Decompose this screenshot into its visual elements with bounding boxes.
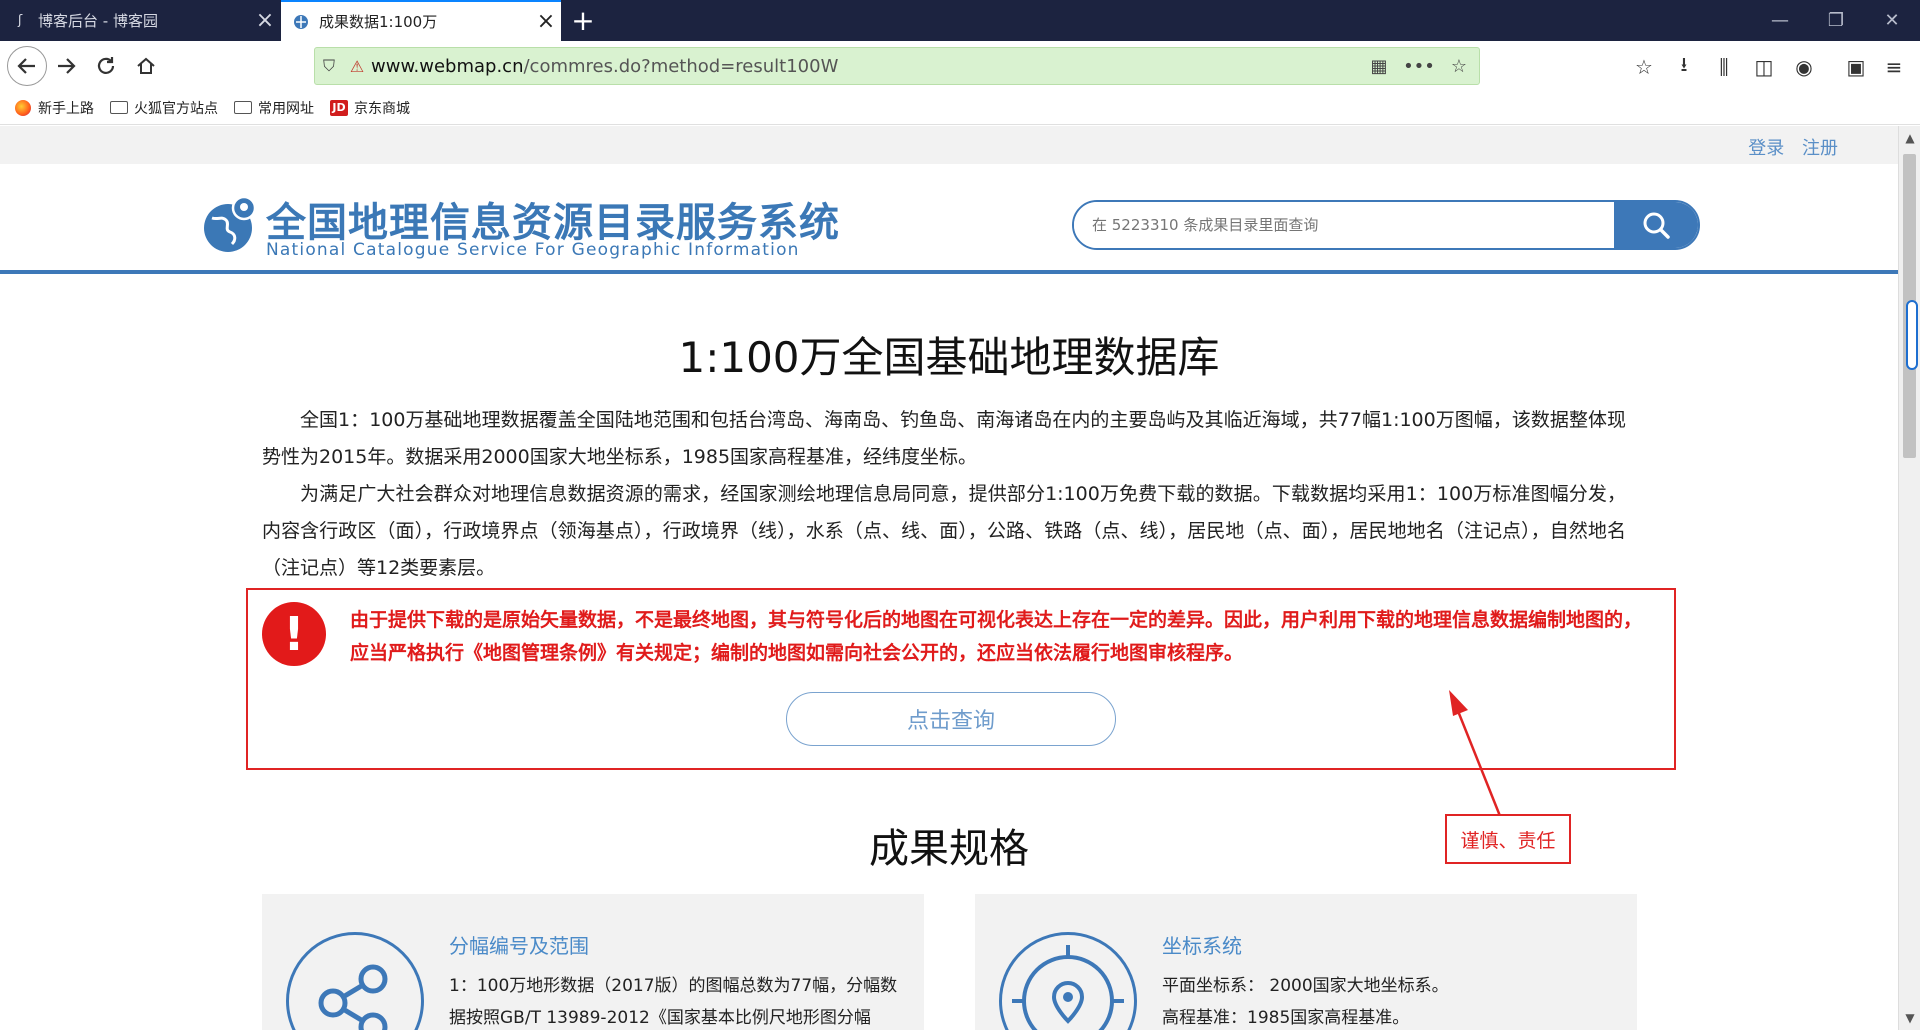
reload-icon[interactable] xyxy=(88,48,124,84)
tab-blog-admin[interactable]: ʃ 博客后台 - 博客园 × xyxy=(0,0,280,41)
card-title[interactable]: 分幅编号及范围 xyxy=(449,930,589,959)
back-arrow-icon[interactable] xyxy=(7,46,47,86)
tab-title: 成果数据1:100万 xyxy=(319,13,438,31)
bookmark-common-sites[interactable]: 常用网址 xyxy=(234,98,314,118)
section-title: 成果规格 xyxy=(869,826,1029,872)
scroll-up-icon[interactable]: ▲ xyxy=(1899,128,1920,148)
site-header: 全国地理信息资源目录服务系统 National Catalogue Servic… xyxy=(0,164,1898,274)
webmap-favicon-icon xyxy=(293,14,309,30)
login-link[interactable]: 登录 xyxy=(1748,138,1784,159)
folder-icon xyxy=(234,100,252,116)
reading-list-icon[interactable]: ☆ xyxy=(1630,53,1658,81)
url-text[interactable]: www.webmap.cn/commres.do?method=result10… xyxy=(371,56,1359,77)
folder-icon xyxy=(110,100,128,116)
bookmark-star-icon[interactable]: ☆ xyxy=(1439,56,1479,77)
page-actions-icon[interactable]: ••• xyxy=(1399,56,1439,77)
globe-logo-icon[interactable] xyxy=(200,194,260,254)
address-bar[interactable]: ⛉ ⚠ www.webmap.cn/commres.do?method=resu… xyxy=(314,47,1480,85)
card-text: 平面坐标系： 2000国家大地坐标系。 高程基准：1985国家高程基准。 xyxy=(1162,970,1612,1030)
sidebar-icon[interactable]: ◫ xyxy=(1750,53,1778,81)
account-icon[interactable]: ◉ xyxy=(1790,53,1818,81)
close-tab-icon[interactable]: × xyxy=(250,9,280,31)
query-button[interactable]: 点击查询 xyxy=(786,692,1116,746)
page-title: 1:100万全国基础地理数据库 xyxy=(678,333,1220,382)
plane-coordinate-line: 平面坐标系： 2000国家大地坐标系。 xyxy=(1162,976,1449,996)
search-input[interactable] xyxy=(1074,202,1614,248)
restore-window-icon[interactable]: ❐ xyxy=(1808,0,1864,41)
jd-icon: JD xyxy=(330,99,348,116)
minimize-window-icon[interactable]: — xyxy=(1752,0,1808,41)
catalog-search xyxy=(1072,200,1700,250)
location-target-icon xyxy=(999,932,1137,1030)
warning-text: 由于提供下载的是原始矢量数据，不是最终地图，其与符号化后的地图在可视化表达上存在… xyxy=(350,609,1643,664)
extensions-icon[interactable]: ▣ xyxy=(1842,53,1870,81)
navigation-toolbar: ⛉ ⚠ www.webmap.cn/commres.do?method=resu… xyxy=(0,41,1920,91)
close-window-icon[interactable]: ✕ xyxy=(1864,0,1920,41)
close-tab-icon[interactable]: × xyxy=(531,10,561,32)
elevation-datum-line: 高程基准：1985国家高程基准。 xyxy=(1162,1008,1410,1028)
bookmark-label: 常用网址 xyxy=(258,100,314,117)
drag-handle-icon[interactable] xyxy=(1906,300,1918,370)
page-viewport: 登录 注册 全国地理信息资源目录服务系统 National Catalogue … xyxy=(0,126,1898,1030)
bookmark-label: 京东商城 xyxy=(354,100,410,117)
intro-paragraph-1: 全国1：100万基础地理数据覆盖全国陆地范围和包括台湾岛、海南岛、钓鱼岛、南海诸… xyxy=(262,409,1626,468)
search-button[interactable] xyxy=(1614,202,1698,248)
share-icon xyxy=(286,932,424,1030)
bookmark-label: 火狐官方站点 xyxy=(134,100,218,117)
vertical-scrollbar[interactable]: ▲ ▼ xyxy=(1898,126,1920,1030)
top-strip: 登录 注册 xyxy=(0,126,1898,164)
tab-title: 博客后台 - 博客园 xyxy=(38,12,158,30)
menu-hamburger-icon[interactable]: ≡ xyxy=(1880,53,1908,81)
auth-links: 登录 注册 xyxy=(1736,134,1838,160)
card-title[interactable]: 坐标系统 xyxy=(1162,930,1242,959)
home-icon[interactable] xyxy=(128,48,164,84)
tab-strip: ʃ 博客后台 - 博客园 × 成果数据1:100万 × + — ❐ ✕ xyxy=(0,0,1920,41)
card-text: 1：100万地形数据（2017版）的图幅总数为77幅，分幅数据按照GB/T 13… xyxy=(449,976,898,1028)
shield-icon[interactable]: ⛉ xyxy=(315,56,343,76)
annotation-arrow-icon xyxy=(1449,690,1502,817)
scroll-down-icon[interactable]: ▼ xyxy=(1899,1008,1920,1028)
intro-paragraph-2: 为满足广大社会群众对地理信息数据资源的需求，经国家测绘地理信息局同意，提供部分1… xyxy=(262,483,1626,579)
bookmarks-bar: 新手上路 火狐官方站点 常用网址 JD 京东商城 xyxy=(0,91,1920,125)
firefox-icon xyxy=(14,99,32,116)
exclamation-icon: ! xyxy=(262,602,326,666)
bookmark-getting-started[interactable]: 新手上路 xyxy=(14,98,94,118)
bookmark-firefox-site[interactable]: 火狐官方站点 xyxy=(110,98,218,118)
insecure-connection-icon[interactable]: ⚠ xyxy=(343,57,371,76)
forward-arrow-icon[interactable] xyxy=(48,48,84,84)
logo-title-en: National Catalogue Service For Geographi… xyxy=(266,240,800,260)
bookmark-label: 新手上路 xyxy=(38,100,94,117)
register-link[interactable]: 注册 xyxy=(1802,138,1838,159)
qr-code-icon[interactable]: ▦ xyxy=(1359,56,1399,77)
new-tab-plus-icon[interactable]: + xyxy=(568,0,598,41)
library-icon[interactable]: ⫼ xyxy=(1710,53,1738,81)
bookmark-jd[interactable]: JD 京东商城 xyxy=(330,98,410,118)
cnblogs-favicon-icon: ʃ xyxy=(17,13,23,28)
spec-card-coordinate-system: 坐标系统 平面坐标系： 2000国家大地坐标系。 高程基准：1985国家高程基准… xyxy=(975,894,1637,1030)
spec-card-sheet-range: 分幅编号及范围 1：100万地形数据（2017版）的图幅总数为77幅，分幅数据按… xyxy=(262,894,924,1030)
search-icon xyxy=(1643,212,1670,239)
download-icon[interactable]: ⭳ xyxy=(1670,52,1698,81)
tab-result-data[interactable]: 成果数据1:100万 × xyxy=(281,0,561,41)
